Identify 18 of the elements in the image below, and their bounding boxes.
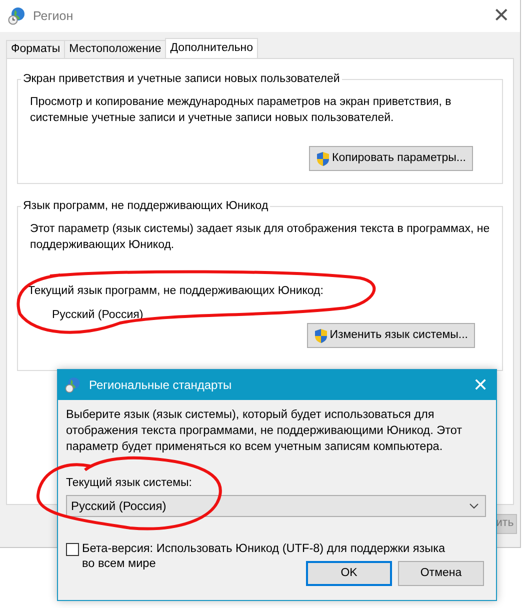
- current-language-label: Текущий язык программ, не поддерживающих Юникод:: [28, 284, 324, 299]
- current-language-value: Русский (Россия): [52, 308, 144, 323]
- ok-button[interactable]: OK: [306, 561, 392, 586]
- system-language-label: Текущий язык системы:: [66, 476, 194, 491]
- cancel-button[interactable]: Отмена: [398, 561, 484, 586]
- change-system-language-button[interactable]: Изменить язык системы...: [306, 323, 475, 348]
- copy-settings-button[interactable]: Копировать параметры...: [309, 146, 473, 171]
- tab[interactable]: Дополнительно: [165, 38, 258, 58]
- close-button[interactable]: ✕: [493, 6, 510, 26]
- dialog-description: Выберите язык (язык системы), который будет использоваться для отображения текста программами, не поддерживающими Юникод. Этот параметр будет применяться ко всем учетным записям компьютера.: [66, 406, 464, 454]
- window-title: Регион: [33, 8, 74, 25]
- group-title: Экран приветствия и учетные записи новых пользователей: [21, 72, 342, 86]
- system-language-select[interactable]: Русский (Россия): [66, 495, 486, 517]
- group-description: Этот параметр (язык системы) задает язык для отображения текста в программах, не поддерживающих Юникод.: [30, 222, 490, 253]
- tab[interactable]: Форматы: [6, 40, 66, 58]
- dialog-title: Региональные стандарты: [89, 377, 232, 394]
- group-description: Просмотр и копирование международных параметров на экран приветствия, в системные учетные записи и учетные записи новых пользователей.: [30, 95, 452, 126]
- group-title: Язык программ, не поддерживающих Юникод: [21, 199, 270, 213]
